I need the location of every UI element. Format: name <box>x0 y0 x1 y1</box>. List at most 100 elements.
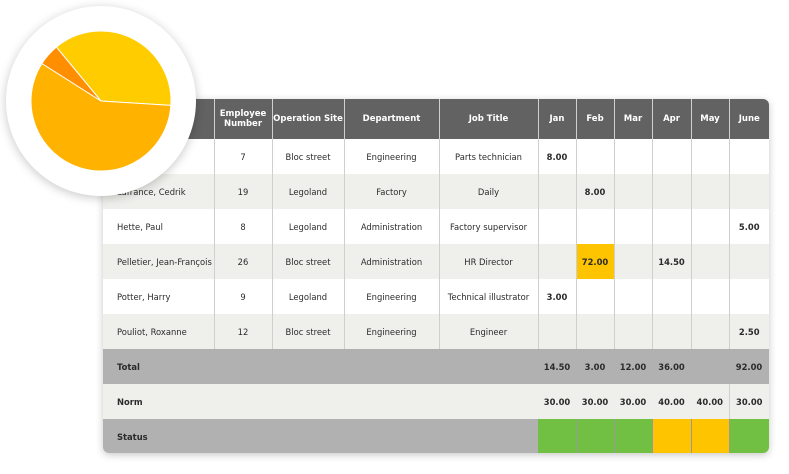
cell-feb[interactable] <box>576 279 615 314</box>
cell-june[interactable] <box>729 139 769 174</box>
header-month-may[interactable]: May <box>691 99 730 139</box>
status-indicator-june <box>729 419 769 453</box>
cell-apr[interactable] <box>652 314 692 349</box>
cell-apr[interactable] <box>652 209 692 244</box>
header-month-mar[interactable]: Mar <box>614 99 653 139</box>
total-feb: 3.00 <box>576 349 614 384</box>
cell-department: Factory <box>344 174 440 209</box>
total-apr: 36.00 <box>652 349 691 384</box>
cell-feb[interactable] <box>576 314 615 349</box>
cell-may[interactable] <box>691 209 730 244</box>
cell-operation-site: Legoland <box>272 174 345 209</box>
table-row[interactable]: Pouliot, Roxanne 12 Bloc street Engineer… <box>103 314 769 349</box>
table-header-row: Employee Number Operation Site Departmen… <box>103 99 769 139</box>
table-row[interactable]: Potter, Harry 9 Legoland Engineering Tec… <box>103 279 769 314</box>
cell-name: Hette, Paul <box>103 209 215 244</box>
cell-may[interactable] <box>691 174 730 209</box>
pie-chart <box>30 30 172 172</box>
cell-may[interactable] <box>691 244 730 279</box>
header-employee-number[interactable]: Employee Number <box>214 99 273 139</box>
cell-department: Engineering <box>344 279 440 314</box>
status-indicator-jan <box>538 419 577 453</box>
cell-job-title: HR Director <box>439 244 539 279</box>
header-month-feb[interactable]: Feb <box>576 99 615 139</box>
cell-employee-number: 26 <box>214 244 273 279</box>
cell-jan[interactable] <box>538 174 577 209</box>
cell-feb-highlighted[interactable]: 72.00 <box>576 244 615 279</box>
cell-apr[interactable] <box>652 279 692 314</box>
cell-employee-number: 12 <box>214 314 273 349</box>
cell-job-title: Daily <box>439 174 539 209</box>
header-month-june[interactable]: June <box>729 99 769 139</box>
cell-june[interactable] <box>729 279 769 314</box>
cell-employee-number: 7 <box>214 139 273 174</box>
status-indicator-may <box>691 419 730 453</box>
status-indicator-mar <box>614 419 653 453</box>
table-row[interactable]: Pelletier, Jean-François 26 Bloc street … <box>103 244 769 279</box>
cell-jan[interactable] <box>538 209 577 244</box>
header-job-title[interactable]: Job Title <box>439 99 539 139</box>
cell-apr[interactable] <box>652 139 692 174</box>
cell-employee-number: 19 <box>214 174 273 209</box>
cell-feb[interactable] <box>576 139 615 174</box>
cell-mar[interactable] <box>614 279 653 314</box>
cell-job-title: Factory supervisor <box>439 209 539 244</box>
table-row[interactable]: Lafrance, Cedrik 19 Legoland Factory Dai… <box>103 174 769 209</box>
norm-feb: 30.00 <box>576 384 614 419</box>
total-mar: 12.00 <box>614 349 652 384</box>
table-row[interactable]: aria 7 Bloc street Engineering Parts tec… <box>103 139 769 174</box>
norm-apr: 40.00 <box>652 384 691 419</box>
cell-mar[interactable] <box>614 314 653 349</box>
total-june: 92.00 <box>729 349 769 384</box>
cell-may[interactable] <box>691 139 730 174</box>
total-row: Total 14.50 3.00 12.00 36.00 92.00 <box>103 349 769 384</box>
cell-department: Administration <box>344 244 440 279</box>
cell-jan[interactable]: 3.00 <box>538 279 577 314</box>
cell-may[interactable] <box>691 279 730 314</box>
cell-jan[interactable]: 8.00 <box>538 139 577 174</box>
header-department[interactable]: Department <box>344 99 440 139</box>
table-row[interactable]: Hette, Paul 8 Legoland Administration Fa… <box>103 209 769 244</box>
timesheet-table: Employee Number Operation Site Departmen… <box>103 99 769 453</box>
cell-jan[interactable] <box>538 244 577 279</box>
cell-feb[interactable] <box>576 209 615 244</box>
cell-name: Potter, Harry <box>103 279 215 314</box>
cell-june[interactable] <box>729 174 769 209</box>
status-label: Status <box>103 419 538 453</box>
norm-mar: 30.00 <box>614 384 652 419</box>
cell-mar[interactable] <box>614 139 653 174</box>
norm-may: 40.00 <box>691 384 730 419</box>
cell-department: Engineering <box>344 314 440 349</box>
cell-job-title: Technical illustrator <box>439 279 539 314</box>
cell-mar[interactable] <box>614 209 653 244</box>
norm-jan: 30.00 <box>538 384 576 419</box>
cell-name: Pelletier, Jean-François <box>103 244 215 279</box>
cell-operation-site: Bloc street <box>272 139 345 174</box>
header-month-apr[interactable]: Apr <box>652 99 692 139</box>
cell-june[interactable]: 2.50 <box>729 314 769 349</box>
status-indicator-apr <box>652 419 692 453</box>
cell-job-title: Engineer <box>439 314 539 349</box>
total-jan: 14.50 <box>538 349 576 384</box>
total-may <box>691 349 729 384</box>
timesheet-card: Employee Number Operation Site Departmen… <box>103 99 769 453</box>
cell-operation-site: Legoland <box>272 209 345 244</box>
cell-department: Engineering <box>344 139 440 174</box>
cell-apr[interactable] <box>652 174 692 209</box>
norm-row: Norm 30.00 30.00 30.00 40.00 40.00 30.00 <box>103 384 769 419</box>
cell-june[interactable] <box>729 244 769 279</box>
norm-label: Norm <box>103 384 538 419</box>
cell-june[interactable]: 5.00 <box>729 209 769 244</box>
cell-mar[interactable] <box>614 174 653 209</box>
cell-jan[interactable] <box>538 314 577 349</box>
cell-may[interactable] <box>691 314 730 349</box>
header-operation-site[interactable]: Operation Site <box>272 99 345 139</box>
cell-employee-number: 8 <box>214 209 273 244</box>
cell-apr[interactable]: 14.50 <box>652 244 692 279</box>
header-month-jan[interactable]: Jan <box>538 99 577 139</box>
cell-job-title: Parts technician <box>439 139 539 174</box>
cell-feb[interactable]: 8.00 <box>576 174 615 209</box>
cell-mar[interactable] <box>614 244 653 279</box>
status-row: Status <box>103 419 769 453</box>
cell-operation-site: Bloc street <box>272 244 345 279</box>
